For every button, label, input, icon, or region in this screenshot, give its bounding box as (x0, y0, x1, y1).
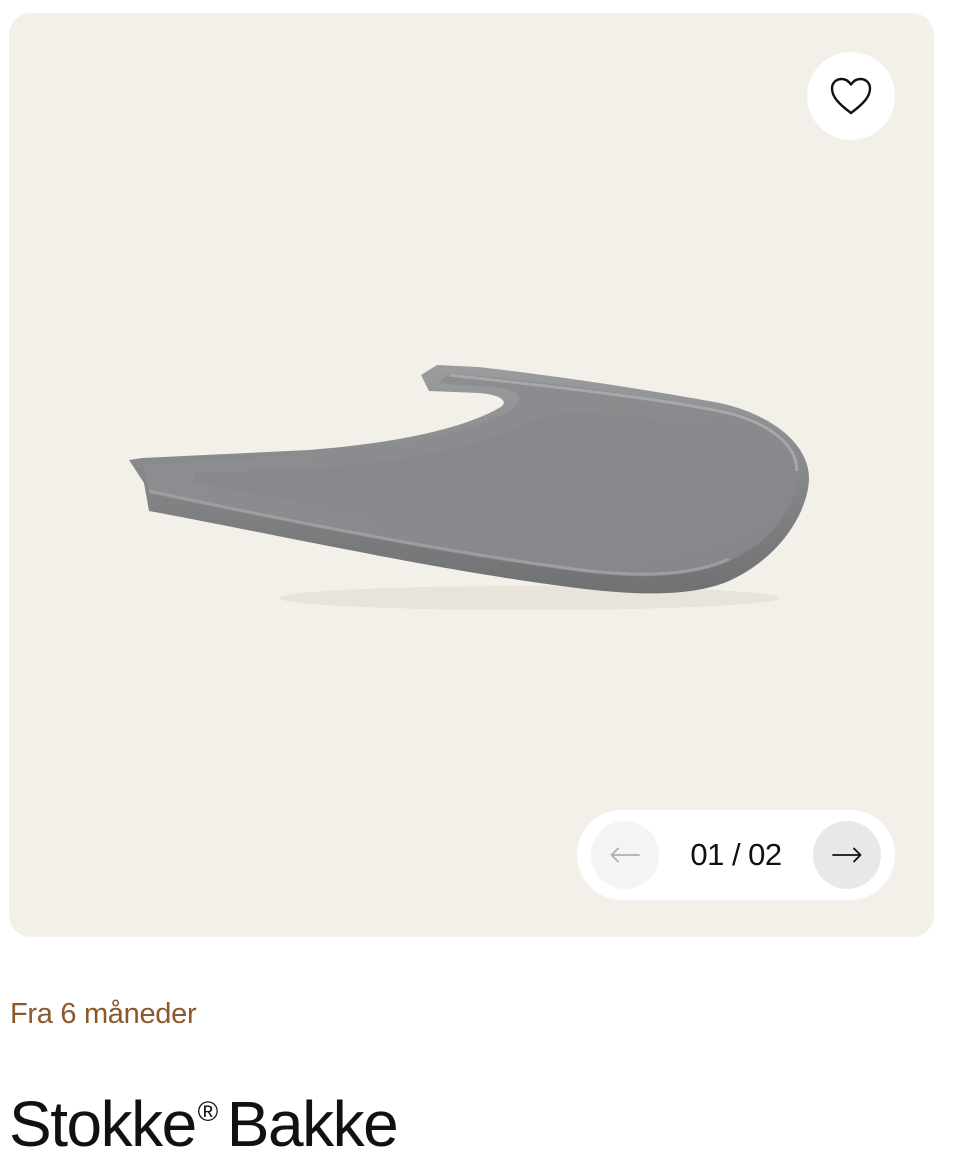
image-pager: 01 / 02 (577, 810, 895, 900)
arrow-left-icon (610, 847, 640, 863)
favorite-button[interactable] (807, 52, 895, 140)
product-name: Bakke (226, 1088, 399, 1160)
arrow-right-icon (832, 847, 862, 863)
age-recommendation: Fra 6 måneder (10, 998, 197, 1030)
product-brand: Stokke (9, 1088, 197, 1160)
previous-image-button[interactable] (591, 821, 659, 889)
heart-icon (830, 77, 872, 115)
product-title: Stokke® Bakke (9, 1092, 399, 1156)
product-gallery: 01 / 02 (9, 13, 934, 937)
registered-mark: ® (197, 1096, 219, 1127)
product-image (129, 365, 809, 610)
image-counter: 01 / 02 (690, 837, 782, 872)
next-image-button[interactable] (813, 821, 881, 889)
